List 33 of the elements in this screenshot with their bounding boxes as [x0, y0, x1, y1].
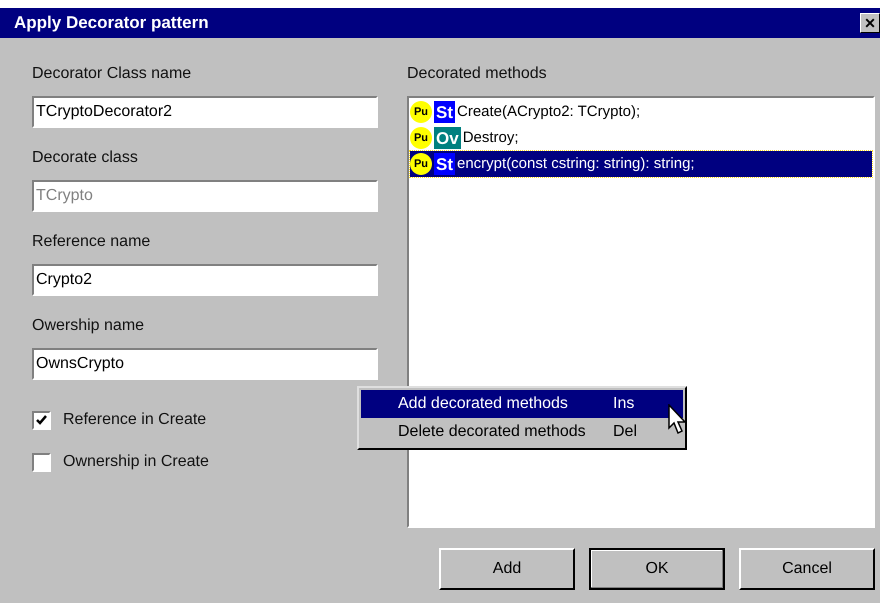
list-label: Decorated methods	[407, 64, 548, 84]
directive-badge: St	[434, 101, 455, 123]
menu-item[interactable]: Delete decorated methods Del	[361, 418, 683, 446]
method-item[interactable]: Pu Ov Destroy;	[410, 125, 872, 151]
dialog-button[interactable]: OK	[589, 548, 725, 590]
checkbox[interactable]	[32, 452, 51, 472]
field-label: Reference name	[32, 232, 152, 252]
field-label: Decorator Class name	[32, 64, 192, 84]
checkbox-label: Ownership in Create	[63, 452, 209, 472]
visibility-badge: Pu	[410, 153, 432, 175]
visibility-badge: Pu	[410, 101, 432, 123]
text-field[interactable]: OwnsCrypto	[32, 348, 378, 380]
checkmark-icon	[35, 414, 48, 426]
visibility-badge: Pu	[410, 127, 432, 149]
method-signature: Create(ACrypto2: TCrypto);	[457, 102, 640, 122]
menu-item[interactable]: Add decorated methods Ins	[361, 390, 683, 418]
method-signature: Destroy;	[462, 128, 519, 148]
text-field[interactable]: Crypto2	[32, 264, 378, 296]
field-label: Decorate class	[32, 148, 139, 168]
window-title: Apply Decorator pattern	[14, 12, 209, 34]
checkbox-label: Reference in Create	[63, 410, 206, 430]
close-button[interactable]: ×	[860, 13, 880, 33]
mouse-pointer-icon	[668, 404, 688, 436]
method-item[interactable]: Pu St Create(ACrypto2: TCrypto);	[410, 99, 872, 125]
method-signature: encrypt(const cstring: string): string;	[457, 154, 695, 174]
field-label: Owership name	[32, 316, 146, 336]
text-field[interactable]: TCryptoDecorator2	[32, 96, 378, 128]
checkbox[interactable]	[32, 410, 51, 430]
directive-badge: Ov	[434, 127, 461, 149]
dialog-button[interactable]: Cancel	[739, 548, 875, 590]
directive-badge: St	[434, 153, 455, 175]
method-item[interactable]: Pu St encrypt(const cstring: string): string;	[410, 151, 872, 177]
dialog-button[interactable]: Add	[439, 548, 575, 590]
